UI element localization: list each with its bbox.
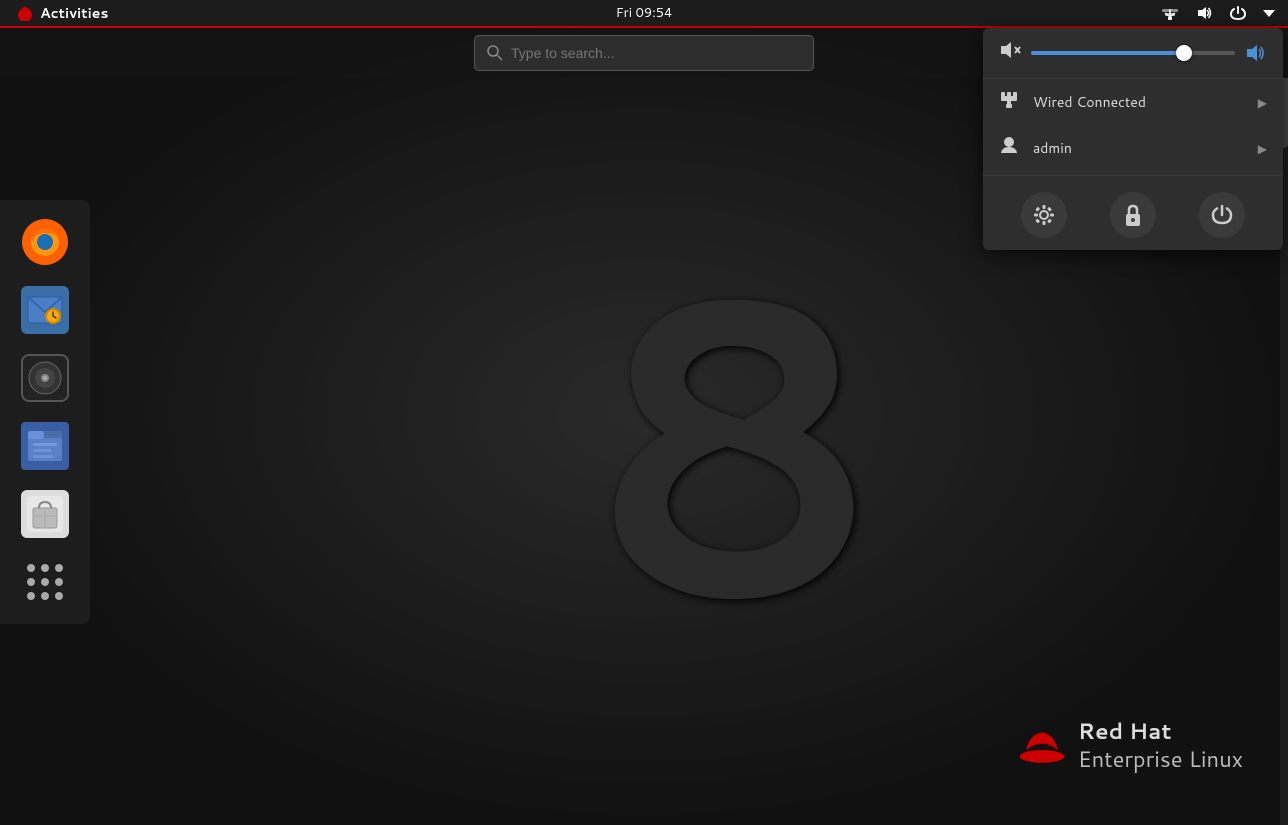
dock-item-firefox[interactable] (13, 210, 77, 274)
search-input[interactable] (511, 45, 801, 61)
volume-slider-row (983, 28, 1283, 79)
wired-connected-label: Wired Connected (1033, 92, 1246, 112)
settings-button[interactable] (1021, 192, 1067, 238)
firefox-svg-icon (22, 219, 68, 265)
volume-slider-thumb[interactable] (1176, 45, 1192, 61)
user-icon (999, 135, 1021, 161)
topbar: Activities Fri 09:54 (0, 0, 1288, 28)
store-svg-icon (25, 494, 65, 534)
topbar-left: Activities (8, 1, 116, 25)
search-container (474, 35, 814, 71)
wired-svg-icon (999, 91, 1019, 109)
topbar-datetime[interactable]: Fri 09:54 (616, 4, 673, 22)
desktop-logo: 8 (584, 224, 884, 644)
activities-button[interactable]: Activities (8, 1, 116, 25)
power-off-svg-icon (1211, 204, 1233, 226)
redhat-text: Red Hat Enterprise Linux (1078, 718, 1243, 775)
wired-arrow-icon: ▶ (1258, 94, 1267, 111)
search-icon (487, 45, 503, 61)
user-arrow-icon: ▶ (1258, 140, 1267, 157)
store-icon (21, 490, 69, 538)
lock-button[interactable] (1110, 192, 1156, 238)
power-svg-icon (1229, 5, 1247, 21)
user-label: admin (1033, 138, 1246, 158)
popup-divider (983, 175, 1283, 176)
volume-slider-track[interactable] (1031, 51, 1235, 55)
chevron-down-icon (1263, 8, 1275, 18)
topbar-right (1156, 3, 1280, 23)
volume-off-svg (999, 40, 1021, 60)
sound-svg-icon (26, 359, 64, 397)
dock (0, 200, 90, 624)
dock-item-sound[interactable] (13, 346, 77, 410)
power-off-button[interactable] (1199, 192, 1245, 238)
dock-item-files[interactable] (13, 414, 77, 478)
system-popup: Wired Connected ▶ admin ▶ (983, 28, 1283, 250)
network-svg-icon (1161, 5, 1179, 21)
user-svg-icon (999, 135, 1019, 155)
volume-status-icon[interactable] (1190, 3, 1218, 23)
grid-dots-display (19, 556, 71, 608)
volume-on-svg (1245, 43, 1267, 63)
dock-item-store[interactable] (13, 482, 77, 546)
redhat-small-icon (16, 5, 34, 21)
dock-item-appgrid[interactable] (13, 550, 77, 614)
network-status-icon[interactable] (1156, 3, 1184, 23)
dock-item-mail[interactable] (13, 278, 77, 342)
popup-actions (983, 180, 1283, 250)
sound-icon (21, 354, 69, 402)
volume-mute-icon[interactable] (999, 40, 1021, 66)
firefox-icon (21, 218, 69, 266)
mail-icon (21, 286, 69, 334)
mail-svg-icon (27, 296, 63, 324)
files-icon (21, 422, 69, 470)
topbar-dropdown-icon[interactable] (1258, 6, 1280, 20)
user-row[interactable]: admin ▶ (983, 125, 1283, 171)
redhat-branding: Red Hat Enterprise Linux (1018, 718, 1243, 775)
wired-connected-row[interactable]: Wired Connected ▶ (983, 79, 1283, 125)
volume-slider-fill (1031, 51, 1184, 55)
appgrid-icon (21, 558, 69, 606)
files-svg-icon (25, 426, 65, 466)
settings-gear-icon (1033, 204, 1055, 226)
lock-svg-icon (1123, 204, 1143, 226)
volume-svg-icon (1195, 5, 1213, 21)
power-status-icon[interactable] (1224, 3, 1252, 23)
activities-label: Activities (40, 3, 108, 23)
redhat-hat-icon (1018, 726, 1066, 766)
volume-on-icon[interactable] (1245, 43, 1267, 63)
wired-network-icon (999, 89, 1021, 115)
